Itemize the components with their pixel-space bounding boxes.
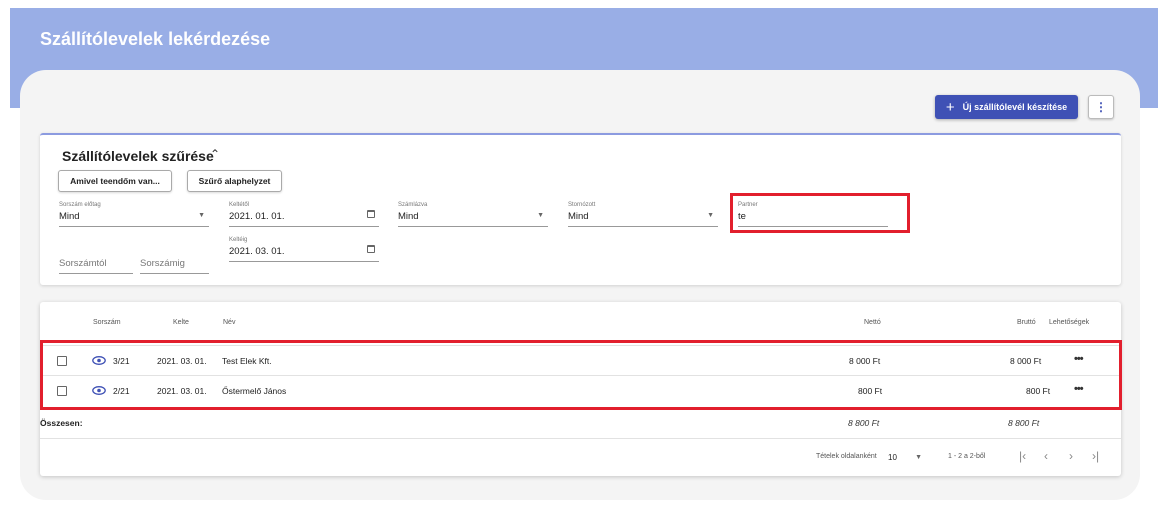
serial-to-input[interactable]: Sorszámig: [140, 249, 209, 275]
serial-from-input[interactable]: Sorszámtól: [59, 249, 133, 275]
date-from-value: 2021. 01. 01.: [229, 211, 285, 222]
filter-panel: Szállítólevelek szűrése ⌃ Amivel teendőm…: [40, 133, 1121, 285]
serial-prefix-select[interactable]: Sorszám előtag Mind ▼: [59, 202, 209, 228]
invoiced-value: Mind: [398, 211, 419, 222]
rows-highlight-box: [40, 340, 1122, 410]
next-page-icon[interactable]: ›: [1069, 449, 1073, 463]
new-delivery-note-button[interactable]: + Új szállítólevél készítése: [935, 95, 1078, 119]
more-options-button[interactable]: ⋮: [1088, 95, 1114, 119]
per-page-value: 10: [888, 453, 897, 462]
paginator: Tételek oldalanként 10 ▼ 1 - 2 a 2-ből |…: [40, 438, 1121, 476]
page-title: Szállítólevelek lekérdezése: [40, 29, 271, 49]
serial-prefix-label: Sorszám előtag: [59, 202, 101, 208]
dropdown-arrow-icon: ▼: [198, 212, 205, 219]
plus-icon: +: [945, 98, 955, 116]
date-from-field[interactable]: Keltétől 2021. 01. 01.: [229, 202, 379, 228]
calendar-icon[interactable]: [367, 210, 375, 218]
invoiced-label: Számlázva: [398, 202, 428, 208]
per-page-label: Tételek oldalanként: [816, 453, 877, 460]
dropdown-arrow-icon: ▼: [707, 212, 714, 219]
totals-net: 8 800 Ft: [848, 418, 880, 428]
col-header-serial[interactable]: Sorszám: [93, 319, 121, 326]
date-to-field[interactable]: Keltéig 2021. 03. 01.: [229, 237, 379, 263]
col-header-options: Lehetőségek: [1049, 319, 1090, 326]
dropdown-arrow-icon: ▼: [537, 212, 544, 219]
cancelled-value: Mind: [568, 211, 589, 222]
per-page-select[interactable]: 10 ▼: [888, 449, 926, 469]
col-header-date[interactable]: Kelte: [173, 319, 189, 326]
last-page-icon[interactable]: ›|: [1092, 449, 1099, 463]
calendar-icon[interactable]: [367, 245, 375, 253]
cancelled-select[interactable]: Stornózott Mind ▼: [568, 202, 718, 228]
invoiced-select[interactable]: Számlázva Mind ▼: [398, 202, 548, 228]
reset-filter-button[interactable]: Szűrő alaphelyzet: [187, 170, 282, 192]
date-to-value: 2021. 03. 01.: [229, 246, 285, 257]
reset-filter-label: Szűrő alaphelyzet: [198, 176, 271, 186]
totals-row: Összesen: 8 800 Ft 8 800 Ft: [40, 408, 1121, 438]
todo-filter-button[interactable]: Amivel teendőm van...: [58, 170, 172, 192]
col-header-net[interactable]: Nettó: [864, 319, 881, 326]
more-vert-icon: ⋮: [1095, 100, 1107, 114]
page-range: 1 - 2 a 2-ből: [948, 453, 986, 460]
new-delivery-note-label: Új szállítólevél készítése: [962, 102, 1068, 112]
chevron-up-icon[interactable]: ⌃: [210, 147, 220, 161]
todo-filter-label: Amivel teendőm van...: [70, 176, 160, 186]
serial-from-placeholder: Sorszámtól: [59, 258, 107, 269]
first-page-icon[interactable]: |‹: [1019, 449, 1026, 463]
date-from-label: Keltétől: [229, 202, 250, 208]
cancelled-label: Stornózott: [568, 202, 596, 208]
totals-gross: 8 800 Ft: [1008, 418, 1040, 428]
col-header-name[interactable]: Név: [223, 319, 235, 326]
dropdown-arrow-icon: ▼: [915, 454, 922, 461]
serial-to-placeholder: Sorszámig: [140, 258, 185, 269]
date-to-label: Keltéig: [229, 237, 248, 243]
filter-title: Szállítólevelek szűrése: [62, 148, 214, 164]
serial-prefix-value: Mind: [59, 211, 80, 222]
prev-page-icon[interactable]: ‹: [1044, 449, 1048, 463]
col-header-gross[interactable]: Bruttó: [1017, 319, 1036, 326]
partner-highlight-box: [730, 193, 910, 233]
totals-label: Összesen:: [40, 418, 83, 428]
